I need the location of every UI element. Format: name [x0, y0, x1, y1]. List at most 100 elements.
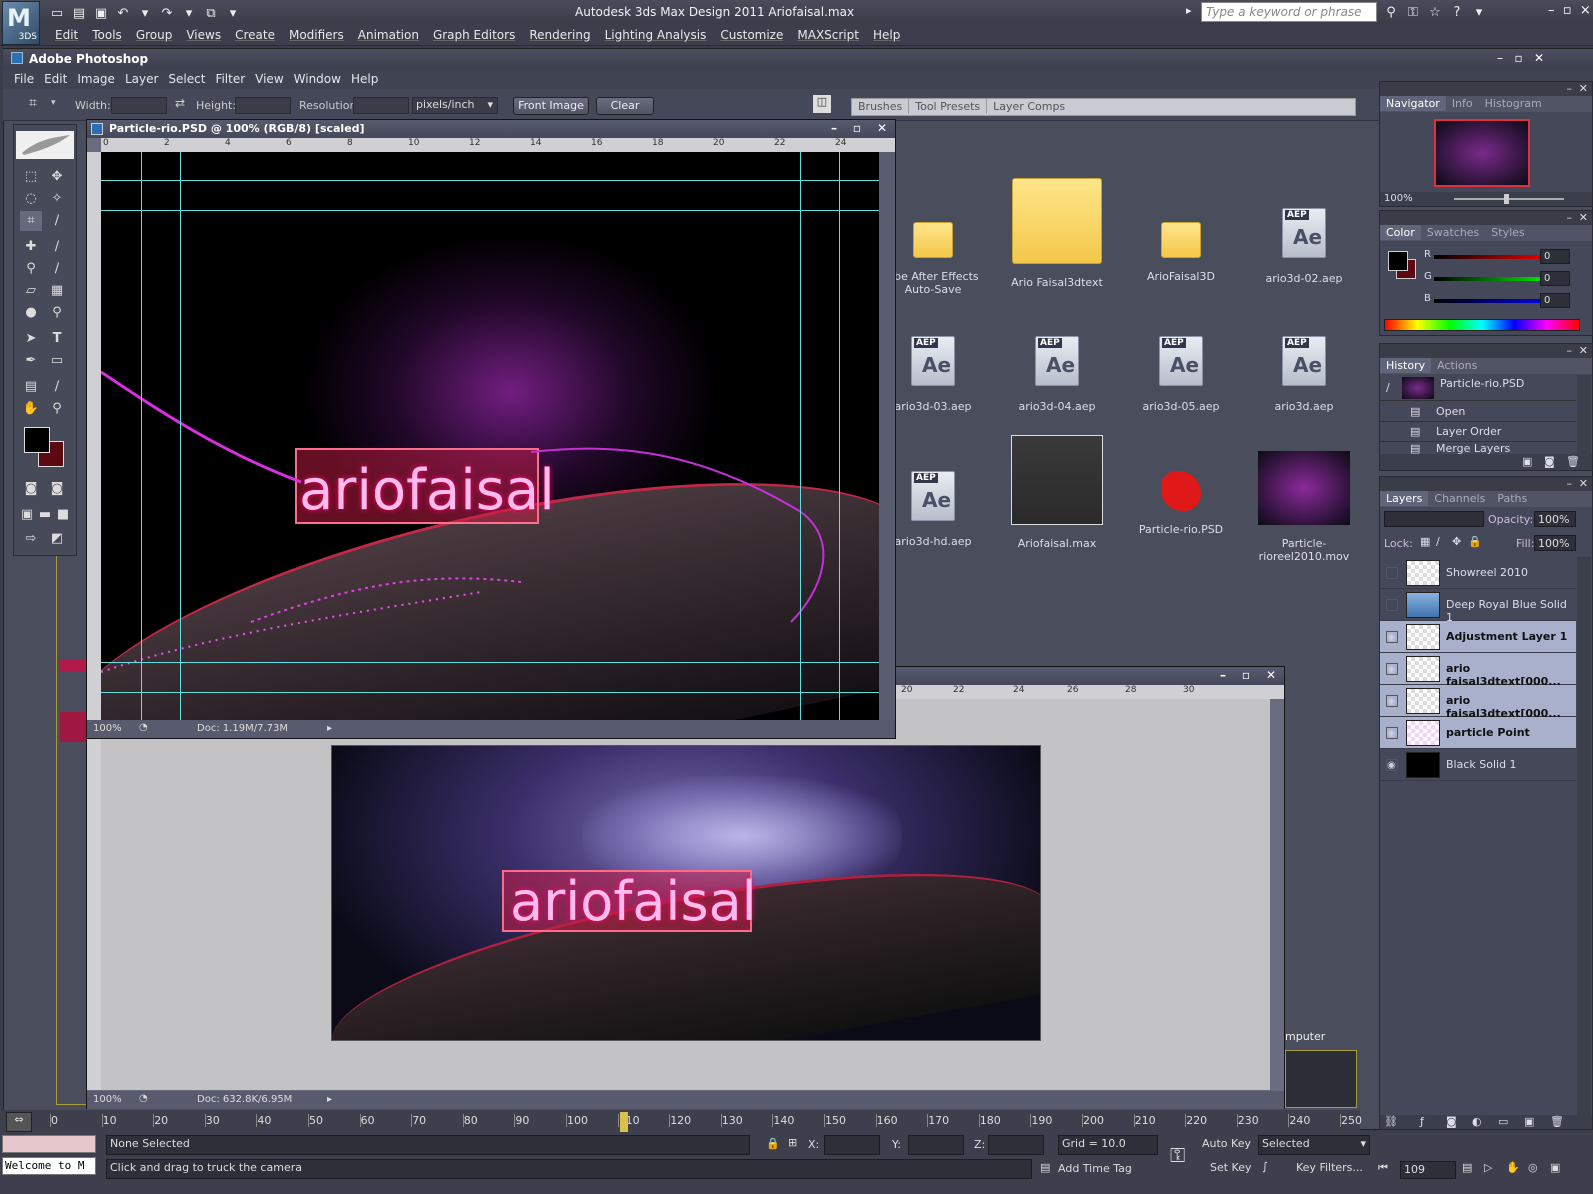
notes-tool-icon[interactable]: ▤ [20, 377, 42, 397]
dock-tab-tool-presets[interactable]: Tool Presets [908, 99, 986, 114]
move-tool-icon[interactable]: ✥ [46, 167, 68, 187]
history-scrollbar[interactable] [1577, 375, 1591, 455]
search-input[interactable]: Type a keyword or phrase [1201, 2, 1377, 22]
guide-horizontal[interactable] [101, 692, 879, 693]
slice-tool-icon[interactable]: ∕ [46, 211, 68, 231]
trash-icon[interactable]: 🗑 [1550, 1115, 1564, 1128]
orbit-icon[interactable]: ◎ [1528, 1161, 1538, 1174]
timeline-toggle-icon[interactable]: ⇔ [6, 1112, 32, 1132]
auto-key-button[interactable]: Auto Key [1202, 1137, 1254, 1157]
tab-swatches[interactable]: Swatches [1421, 225, 1486, 240]
type-tool-icon[interactable]: T [46, 329, 68, 349]
tab-styles[interactable]: Styles [1485, 225, 1530, 240]
project-icon[interactable]: ⧉ [203, 6, 219, 22]
menu-graph-editors[interactable]: Graph Editors [426, 24, 522, 46]
status-icon[interactable]: ◔ [139, 1093, 148, 1104]
blue-slider[interactable] [1434, 299, 1556, 303]
link-icon[interactable]: ⛓ [1384, 1115, 1398, 1128]
history-item[interactable]: ▤ Merge Layers [1380, 442, 1576, 454]
file-item[interactable]: Ario Faisal3dtext [997, 178, 1117, 289]
trash-icon[interactable]: 🗑 [1566, 455, 1580, 468]
lock-position-icon[interactable]: ✥ [1452, 535, 1461, 548]
maximize-icon[interactable]: ▫ [1563, 3, 1572, 18]
layer-row[interactable]: ◉ ario faisal3dtext[000... [1380, 653, 1576, 688]
foreground-color-swatch[interactable] [1388, 251, 1408, 271]
screen-mode-full-icon[interactable]: ▬ [36, 505, 54, 525]
redo-icon[interactable]: ↷ [159, 6, 175, 22]
history-item[interactable]: ▤ Open [1380, 402, 1576, 422]
maximize-viewport-icon[interactable]: ▣ [1550, 1161, 1560, 1174]
navigator-zoom[interactable]: 100% [1384, 193, 1413, 204]
tab-paths[interactable]: Paths [1491, 491, 1533, 506]
crop-tool-icon[interactable]: ⌗ [29, 95, 37, 111]
menu-customize[interactable]: Customize [713, 24, 790, 46]
y-coordinate-field[interactable] [908, 1135, 964, 1155]
dock-tab-layer-comps[interactable]: Layer Comps [986, 99, 1071, 114]
tab-info[interactable]: Info [1446, 96, 1479, 111]
minimize-icon[interactable]: – [831, 121, 837, 135]
ps-menu-window[interactable]: Window [289, 69, 346, 89]
imageready-icon[interactable]: ◩ [46, 529, 68, 549]
minimize-icon[interactable]: – [1220, 668, 1226, 682]
lock-icon[interactable]: 🔒 [766, 1137, 780, 1150]
fill-field[interactable]: 100% [1534, 535, 1576, 551]
ps-menu-image[interactable]: Image [72, 69, 120, 89]
binoculars-icon[interactable]: ⚲ [1383, 5, 1399, 21]
tab-histogram[interactable]: Histogram [1479, 96, 1548, 111]
units-select[interactable]: pixels/inch ▾ [412, 97, 498, 114]
marquee-tool-icon[interactable]: ⬚ [20, 167, 42, 187]
minimize-icon[interactable]: – [1567, 82, 1573, 95]
pen-tool-icon[interactable]: ✒ [20, 351, 42, 371]
folder-icon[interactable]: ▭ [1498, 1115, 1508, 1128]
undo-icon[interactable]: ↶ [115, 6, 131, 22]
key-icon[interactable]: ⚿ [1405, 5, 1421, 21]
tab-channels[interactable]: Channels [1428, 491, 1491, 506]
path-select-icon[interactable]: ➤ [20, 329, 42, 349]
add-time-tag[interactable]: Add Time Tag [1058, 1159, 1158, 1179]
guide-vertical[interactable] [180, 152, 181, 720]
canvas-area[interactable]: ariofaisal [101, 699, 1270, 1090]
zoom-slider-thumb[interactable] [1504, 194, 1509, 204]
close-icon[interactable]: ✕ [877, 121, 887, 135]
tab-color[interactable]: Color [1380, 225, 1421, 240]
save-icon[interactable]: ▣ [93, 6, 109, 22]
status-icon[interactable]: ◔ [139, 722, 148, 733]
time-config-icon[interactable]: ▤ [1462, 1161, 1472, 1174]
palette-well-icon[interactable]: ◫ [813, 95, 831, 113]
zoom-level[interactable]: 100% [93, 723, 122, 734]
menu-edit[interactable]: Edit [48, 24, 85, 46]
visibility-eye-icon[interactable]: ◉ [1386, 663, 1398, 675]
ps-menu-select[interactable]: Select [163, 69, 210, 89]
zoom-tool-icon[interactable]: ⚲ [46, 399, 68, 419]
red-slider[interactable] [1434, 255, 1556, 259]
file-item[interactable]: Particle-rio.PSD [1121, 471, 1241, 536]
menu-animation[interactable]: Animation [351, 24, 426, 46]
visibility-eye-icon[interactable]: ◉ [1386, 695, 1398, 707]
timeline[interactable]: ⇔ 0 10 20 30 40 50 60 70 80 90 100 110 120 130 140 150 1… [0, 1110, 1362, 1134]
current-frame-field[interactable]: 109 [1400, 1161, 1456, 1179]
color-ramp[interactable] [1384, 319, 1580, 331]
file-item[interactable]: ArioFaisal3D [1121, 208, 1241, 283]
menu-create[interactable]: Create [228, 24, 282, 46]
lock-transparency-icon[interactable]: ▦ [1420, 535, 1430, 548]
minimize-icon[interactable]: – [1567, 477, 1573, 490]
zoom-slider[interactable] [1454, 198, 1564, 200]
history-item[interactable]: ▤ Layer Order [1380, 422, 1576, 442]
brush-tool-icon[interactable]: ∕ [46, 237, 68, 257]
file-item[interactable]: AEP Ae ario3d-02.aep [1244, 208, 1364, 285]
crop-tool-icon[interactable]: ⌗ [20, 211, 42, 231]
guide-horizontal[interactable] [101, 180, 879, 181]
layer-row[interactable]: ◉ Adjustment Layer 1 [1380, 621, 1576, 653]
dropdown-icon[interactable]: ▾ [1471, 5, 1487, 21]
brush-source-icon[interactable]: ∕ [1386, 381, 1390, 394]
close-icon[interactable]: ✕ [1534, 51, 1544, 65]
zoom-level[interactable]: 100% [93, 1094, 122, 1105]
r-value[interactable]: 0 [1540, 249, 1570, 264]
minimize-icon[interactable]: – [1548, 3, 1555, 18]
gradient-tool-icon[interactable]: ▦ [46, 281, 68, 301]
lock-pixels-icon[interactable]: ∕ [1436, 535, 1440, 548]
shape-tool-icon[interactable]: ▭ [46, 351, 68, 371]
guide-vertical[interactable] [141, 152, 142, 720]
close-icon[interactable]: ✕ [1579, 477, 1588, 490]
screen-mode-black-icon[interactable]: ■ [54, 505, 72, 525]
